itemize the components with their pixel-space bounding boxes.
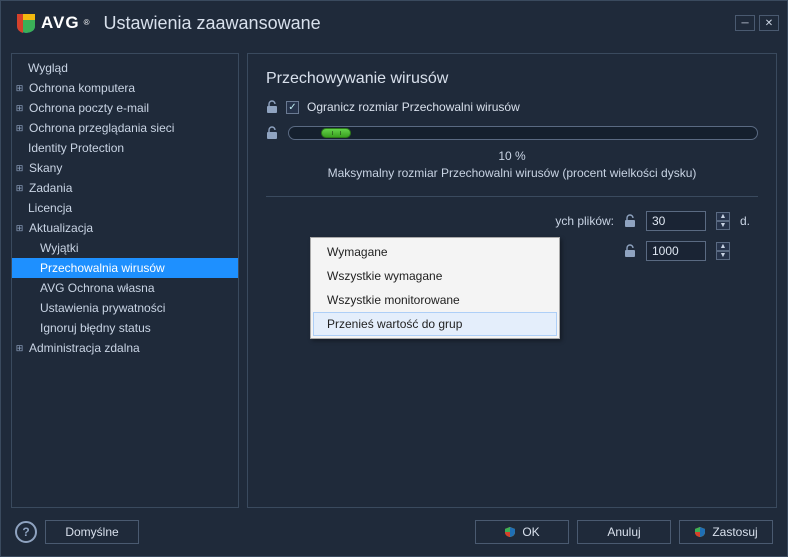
sidebar-item-label: Skany — [29, 161, 62, 175]
shield-icon — [694, 526, 706, 538]
sidebar-item-label: Ochrona przeglądania sieci — [29, 121, 174, 135]
sidebar-item-label: Ignoruj błędny status — [40, 321, 151, 335]
days-unit: d. — [740, 214, 758, 228]
limit-size-checkbox[interactable] — [286, 101, 299, 114]
menu-item-1[interactable]: Wszystkie wymagane — [313, 264, 557, 288]
section-title: Przechowywanie wirusów — [266, 70, 758, 88]
sidebar-item-4[interactable]: Identity Protection — [12, 138, 238, 158]
sidebar-item-11[interactable]: AVG Ochrona własna — [12, 278, 238, 298]
sidebar-item-2[interactable]: ⊞ Ochrona poczty e-mail — [12, 98, 238, 118]
minimize-button[interactable]: ─ — [735, 15, 755, 31]
limit-size-label: Ogranicz rozmiar Przechowalni wirusów — [307, 100, 520, 114]
sidebar-item-14[interactable]: ⊞ Administracja zdalna — [12, 338, 238, 358]
maxfiles-input[interactable] — [646, 241, 706, 261]
expander-icon[interactable]: ⊞ — [15, 344, 24, 353]
shield-icon — [504, 526, 516, 538]
sidebar-item-1[interactable]: ⊞ Ochrona komputera — [12, 78, 238, 98]
cancel-button[interactable]: Anuluj — [577, 520, 671, 544]
slider-thumb[interactable] — [321, 128, 351, 138]
expander-icon[interactable]: ⊞ — [15, 164, 24, 173]
lock-open-icon — [266, 100, 278, 114]
logo-tm: ® — [84, 18, 90, 27]
sidebar-item-7[interactable]: Licencja — [12, 198, 238, 218]
sidebar-item-6[interactable]: ⊞ Zadania — [12, 178, 238, 198]
slider-readout: 10 % Maksymalny rozmiar Przechowalni wir… — [266, 148, 758, 182]
maxfiles-spinner[interactable]: ▲▼ — [716, 242, 730, 260]
expander-icon[interactable]: ⊞ — [15, 124, 24, 133]
ok-button[interactable]: OK — [475, 520, 569, 544]
logo-text: AVG — [41, 13, 80, 33]
sidebar-item-label: Licencja — [28, 201, 72, 215]
slider-percent: 10 % — [266, 148, 758, 165]
sidebar-item-12[interactable]: Ustawienia prywatności — [12, 298, 238, 318]
days-label: ych plików: — [266, 214, 614, 228]
sidebar-item-label: Identity Protection — [28, 141, 124, 155]
titlebar: AVG ® Ustawienia zaawansowane ─ ✕ — [1, 1, 787, 45]
sidebar-item-label: Przechowalnia wirusów — [40, 261, 165, 275]
size-slider[interactable] — [288, 126, 758, 140]
context-menu[interactable]: WymaganeWszystkie wymaganeWszystkie moni… — [310, 237, 560, 339]
sidebar-item-5[interactable]: ⊞ Skany — [12, 158, 238, 178]
logo-icon — [15, 12, 37, 34]
close-button[interactable]: ✕ — [759, 15, 779, 31]
expander-icon[interactable]: ⊞ — [15, 184, 24, 193]
days-input[interactable] — [646, 211, 706, 231]
sidebar-item-label: AVG Ochrona własna — [40, 281, 155, 295]
menu-item-0[interactable]: Wymagane — [313, 240, 557, 264]
days-row: ych plików: ▲▼ d. — [266, 211, 758, 231]
sidebar-item-label: Zadania — [29, 181, 72, 195]
lock-open-icon — [624, 214, 636, 228]
sidebar-item-label: Ochrona poczty e-mail — [29, 101, 149, 115]
sidebar-item-3[interactable]: ⊞ Ochrona przeglądania sieci — [12, 118, 238, 138]
sidebar-item-label: Aktualizacja — [29, 221, 93, 235]
window-title: Ustawienia zaawansowane — [103, 13, 320, 34]
footer: ? Domyślne OK Anuluj Zastosuj — [1, 508, 787, 556]
sidebar-item-label: Ochrona komputera — [29, 81, 135, 95]
window-controls: ─ ✕ — [735, 15, 779, 31]
sidebar-item-10[interactable]: Przechowalnia wirusów — [12, 258, 238, 278]
sidebar-item-8[interactable]: ⊞ Aktualizacja — [12, 218, 238, 238]
expander-icon[interactable]: ⊞ — [15, 104, 24, 113]
sidebar-item-label: Administracja zdalna — [29, 341, 140, 355]
sidebar-item-label: Ustawienia prywatności — [40, 301, 165, 315]
help-button[interactable]: ? — [15, 521, 37, 543]
apply-button[interactable]: Zastosuj — [679, 520, 773, 544]
menu-item-3[interactable]: Przenieś wartość do grup — [313, 312, 557, 336]
divider — [266, 196, 758, 197]
defaults-button[interactable]: Domyślne — [45, 520, 139, 544]
sidebar-item-label: Wyjątki — [40, 241, 79, 255]
menu-item-2[interactable]: Wszystkie monitorowane — [313, 288, 557, 312]
sidebar-item-13[interactable]: Ignoruj błędny status — [12, 318, 238, 338]
settings-window: AVG ® Ustawienia zaawansowane ─ ✕ Wygląd… — [0, 0, 788, 557]
expander-icon[interactable]: ⊞ — [15, 84, 24, 93]
sidebar[interactable]: Wygląd ⊞ Ochrona komputera ⊞ Ochrona poczty … — [11, 53, 239, 508]
slider-caption: Maksymalny rozmiar Przechowalni wirusów … — [266, 165, 758, 182]
lock-open-icon — [624, 244, 636, 258]
limit-size-row: Ogranicz rozmiar Przechowalni wirusów — [266, 100, 758, 114]
sidebar-item-9[interactable]: Wyjątki — [12, 238, 238, 258]
expander-icon[interactable]: ⊞ — [15, 224, 24, 233]
sidebar-item-0[interactable]: Wygląd — [12, 58, 238, 78]
avg-logo: AVG ® — [15, 12, 89, 34]
days-spinner[interactable]: ▲▼ — [716, 212, 730, 230]
sidebar-item-label: Wygląd — [28, 61, 68, 75]
size-slider-row — [266, 126, 758, 140]
lock-open-icon — [266, 126, 278, 140]
